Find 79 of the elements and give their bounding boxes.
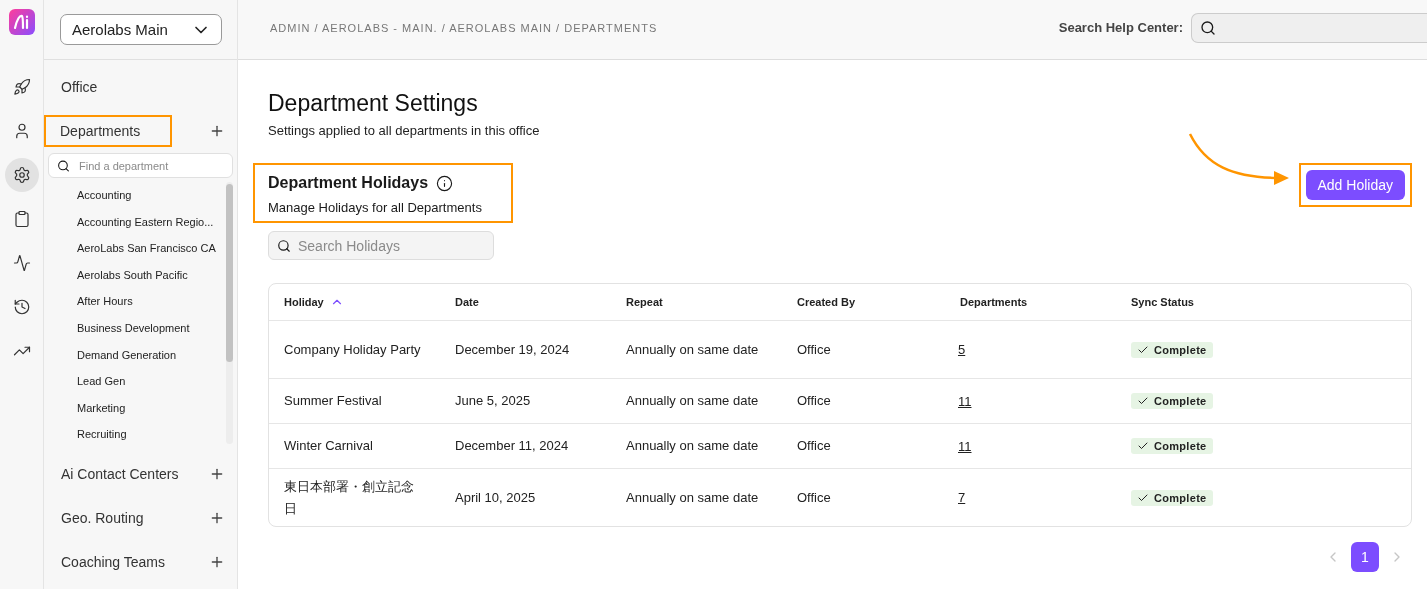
page-button[interactable]: 1 [1351,542,1379,572]
search-field[interactable]: Find a department [48,153,233,178]
department-item[interactable]: Accounting Eastern Regio... [77,208,226,236]
table-cell-text: Summer Festival [284,392,383,410]
column-header[interactable]: Sync Status [1131,296,1411,308]
table-cell-text: December 19, 2024 [455,340,571,359]
highlighted-nav-item[interactable]: Departments [44,115,173,147]
nav-item[interactable]: Ai Contact Centers [45,458,189,490]
plus-icon [209,466,225,482]
sync-status-badge: Complete [1131,341,1213,358]
table-cell-text: Annually on same date [626,437,760,455]
departments-link[interactable]: 11 [958,393,972,409]
scrollbar[interactable] [226,182,233,444]
table-cell-text: April 10, 2025 [455,488,537,507]
page-subtitle: Settings applied to all departments in this office [268,123,541,138]
department-item[interactable]: Marketing [77,394,226,422]
department-item[interactable]: After Hours [77,288,226,315]
departments-link[interactable]: 11 [958,438,972,454]
help-label: Search Help Center: [1058,20,1183,35]
add-button[interactable] [209,554,225,570]
table-cell-text: June 5, 2025 [455,392,532,410]
search-icon [57,159,70,172]
check-icon [1137,440,1149,452]
breadcrumb: ADMIN / AEROLABS - MAIN. / AEROLABS MAIN / DEPARTMENTS [270,21,658,34]
info-icon[interactable] [436,174,454,192]
department-item[interactable]: Demand Generation [77,341,226,369]
departments-link[interactable]: 5 [958,342,966,357]
settings-icon [12,166,31,184]
column-header[interactable]: Holiday [284,295,455,309]
nav-item[interactable]: Geo. Routing [45,502,154,534]
section-title: Department Holidays [268,174,429,192]
department-item[interactable]: AeroLabs San Francisco CA [77,235,226,262]
table-cell-text: Office [797,340,832,359]
clipboard-icon [12,210,31,228]
column-header[interactable]: Created By [797,296,960,308]
sync-status-badge: Complete [1131,489,1213,506]
table-cell-text: Annually on same date [626,488,760,507]
app-logo [8,9,35,35]
check-icon [1137,395,1149,407]
column-header[interactable]: Repeat [626,296,797,308]
activity-icon [12,254,31,272]
plus-icon [209,123,225,139]
sync-status-badge: Complete [1131,393,1213,409]
department-item[interactable]: Recruiting [77,421,226,448]
table-cell-text: Company Holiday Party [284,340,422,359]
add-button[interactable] [209,466,225,482]
help-search-field[interactable] [1191,12,1427,43]
rocket-icon [12,78,31,96]
sync-status-badge: Complete [1131,438,1213,454]
search-icon [1200,19,1216,36]
column-header[interactable]: Departments [960,296,1131,308]
table-cell-text: December 11, 2024 [455,437,570,455]
add-holiday-button[interactable]: Add Holiday [1305,170,1405,200]
settings-nav-button[interactable] [4,158,39,192]
search-icon [277,238,291,253]
table-cell-text: Annually on same date [626,340,760,359]
nav-item[interactable]: Office [45,71,108,103]
table-cell-text: 東日本部署・創立記念日 [284,477,415,518]
table-cell-text: Winter Carnival [284,437,374,455]
table-cell-text: Office [797,488,832,507]
table-cell-text: Office [797,392,832,410]
page-title: Department Settings [268,90,479,117]
nav-item[interactable]: Coaching Teams [45,546,176,578]
column-header[interactable]: Date [455,296,626,308]
table-cell-text: Annually on same date [626,392,760,410]
plus-icon [209,554,225,570]
section-description: Manage Holidays for all Departments [268,200,483,215]
table-cell-text: Office [797,437,832,455]
add-button[interactable] [209,123,225,139]
history-icon [12,298,31,316]
department-item[interactable]: Lead Gen [77,368,226,395]
plus-icon [209,510,225,526]
department-item[interactable]: Aerolabs South Pacific [77,261,226,289]
add-button[interactable] [209,510,225,526]
departments-link[interactable]: 7 [958,490,966,505]
search-field[interactable]: Search Holidays [268,231,494,260]
department-item[interactable]: Business Development [77,314,226,342]
department-item[interactable]: Accounting [77,182,226,209]
workspace-select[interactable]: Aerolabs Main [60,14,222,45]
